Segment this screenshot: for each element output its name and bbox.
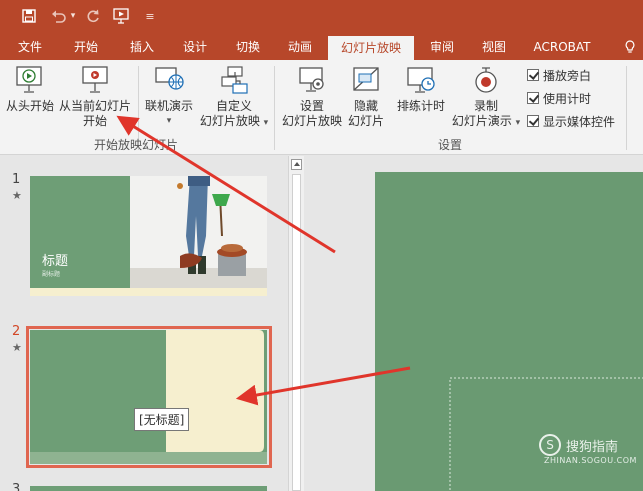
hide-slide-button[interactable]: 隐藏 幻灯片 [346,64,386,129]
slide-number: 2 [12,324,21,339]
from-beginning-button[interactable]: 从头开始 [4,64,56,114]
slide-title: 标题 [42,254,69,269]
scroll-up-icon[interactable] [291,159,302,170]
sogou-logo-icon: S [539,434,561,456]
setup-show-icon [296,64,328,96]
slide-photo [30,176,267,296]
ribbon-separator [626,66,627,150]
custom-show-icon [218,64,250,96]
tab-transitions[interactable]: 切换 [226,34,270,60]
rehearse-timings-icon [405,64,437,96]
slide-number: 3 [12,482,21,491]
animation-star-icon: ★ [12,341,22,354]
slide-subtitle: 副标题 [42,271,61,278]
record-icon [470,64,502,96]
slide-tooltip: [无标题] [134,408,190,431]
checkbox-use-timings[interactable]: 使用计时 [527,89,591,107]
save-icon[interactable] [20,7,38,25]
custom-slide-show-button[interactable]: 自定义 幻灯片放映 ▾ [198,64,270,131]
setup-slide-show-button[interactable]: 设置 幻灯片放映 [280,64,344,129]
tab-home[interactable]: 开始 [64,34,108,60]
checkbox-checked-icon [527,92,539,104]
animation-star-icon: ★ [12,189,22,202]
slide-thumbnail-2[interactable] [30,330,267,464]
slide-number: 1 [12,172,21,187]
slide-thumbnail-3[interactable] [30,486,267,491]
ribbon-panel: 从头开始 从当前幻灯片 开始 联机演示 ▾ 自定义 幻灯片放映 ▾ 开始放映幻灯… [0,60,643,155]
undo-dropdown-icon[interactable]: ▾ [68,7,78,25]
checkbox-show-media-controls[interactable]: 显示媒体控件 [527,112,615,130]
customize-toolbar-icon[interactable]: ≡ [144,7,156,25]
tab-insert[interactable]: 插入 [120,34,164,60]
dropdown-arrow-icon: ▾ [166,116,172,126]
tab-design[interactable]: 设计 [173,34,217,60]
online-present-icon [153,64,185,96]
undo-icon[interactable] [50,7,68,25]
tab-animations[interactable]: 动画 [278,34,322,60]
start-from-beginning-icon[interactable] [112,7,132,25]
checkbox-checked-icon [527,115,539,127]
scrollbar-track[interactable] [292,174,301,491]
checkbox-checked-icon [527,69,539,81]
watermark-url: ZHINAN.SOGOU.COM [544,456,637,465]
tab-slide-show[interactable]: 幻灯片放映 [328,36,414,60]
quick-access-toolbar: ▾ ≡ [0,0,643,34]
tab-view[interactable]: 视图 [472,34,516,60]
custom-show-label: 幻灯片放映 [199,114,260,128]
play-from-beginning-icon [14,64,46,96]
ribbon-separator [274,66,275,150]
checkbox-play-narrations[interactable]: 播放旁白 [527,66,591,84]
record-label: 幻灯片演示 [451,114,512,128]
tell-me-icon[interactable] [616,34,643,60]
group-label-setup: 设置 [438,138,463,152]
tab-file[interactable]: 文件 [8,34,52,60]
play-from-current-icon [79,64,111,96]
dropdown-arrow-icon: ▾ [515,118,521,128]
rehearse-timings-button[interactable]: 排练计时 [394,64,448,114]
thumbnails-scrollbar[interactable] [288,156,304,491]
slide-layout-shape [30,330,267,464]
redo-icon[interactable] [84,7,102,25]
record-slide-show-button[interactable]: 录制 幻灯片演示 ▾ [450,64,522,131]
online-present-button[interactable]: 联机演示 ▾ [142,64,196,129]
tab-acrobat[interactable]: ACROBAT [528,34,596,60]
dropdown-arrow-icon: ▾ [263,118,269,128]
tab-review[interactable]: 审阅 [420,34,464,60]
group-label-start-show: 开始放映幻灯片 [94,138,179,152]
from-current-slide-button[interactable]: 从当前幻灯片 开始 [58,64,132,129]
hide-slide-icon [350,64,382,96]
watermark-brand: 搜狗指南 [566,440,619,455]
slide-thumbnail-1[interactable]: 标题 副标题 [30,176,267,296]
ribbon-tabs: 文件 开始 插入 设计 切换 动画 幻灯片放映 审阅 视图 ACROBAT [0,34,643,60]
